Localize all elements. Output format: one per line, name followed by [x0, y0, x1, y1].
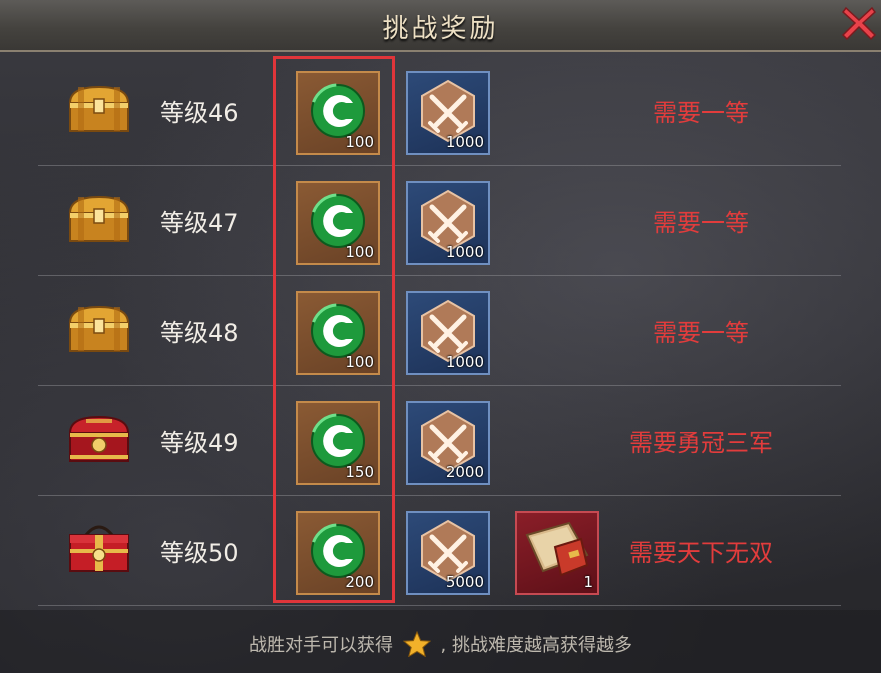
reward-row-46: 等级46 100 1000 需要一等 [38, 55, 841, 166]
requirement-text: 需要天下无双 [629, 539, 773, 567]
requirement-text: 需要一等 [653, 319, 749, 347]
reward-row-47: 等级47 100 1000 需要一等 [38, 165, 841, 276]
merit-reward-slot[interactable]: 1000 [406, 291, 490, 375]
red-chest-icon [68, 415, 130, 462]
level-label: 等级46 [160, 99, 239, 127]
merit-quantity: 1000 [445, 243, 484, 261]
jade-column-highlight [273, 56, 395, 603]
merit-reward-slot[interactable]: 2000 [406, 401, 490, 485]
reward-row-48: 等级48 100 1000 需要一等 [38, 275, 841, 386]
level-label: 等级50 [160, 539, 239, 567]
merit-reward-slot[interactable]: 1000 [406, 181, 490, 265]
level-label: 等级47 [160, 209, 239, 237]
reward-window: 挑战奖励 等级46 100 1000 需要一等 等级47 100 1000 需要… [0, 0, 881, 673]
merit-reward-slot[interactable]: 5000 [406, 511, 490, 595]
footer-bar: 战胜对手可以获得 , 挑战难度越高获得越多 [0, 610, 881, 673]
merit-quantity: 5000 [445, 573, 484, 591]
footer-text-after: , 挑战难度越高获得越多 [440, 635, 632, 656]
book-quantity: 1 [583, 573, 593, 591]
gold-chest-icon [68, 305, 130, 352]
close-button[interactable] [838, 2, 880, 44]
requirement-text: 需要一等 [653, 209, 749, 237]
title-bar: 挑战奖励 [0, 0, 881, 52]
reward-row-50: 等级50 200 5000 1 需要天下无双 [38, 495, 841, 606]
merit-quantity: 1000 [445, 353, 484, 371]
gold-chest-icon [68, 195, 130, 242]
requirement-text: 需要一等 [653, 99, 749, 127]
gold-chest-icon [68, 85, 130, 132]
level-label: 等级48 [160, 319, 239, 347]
level-label: 等级49 [160, 429, 239, 457]
merit-reward-slot[interactable]: 1000 [406, 71, 490, 155]
merit-quantity: 1000 [445, 133, 484, 151]
red-gift-box-icon [69, 525, 129, 572]
reward-row-49: 等级49 150 2000 需要勇冠三军 [38, 385, 841, 496]
close-icon [841, 6, 877, 41]
star-icon [402, 630, 432, 658]
footer-hint: 战胜对手可以获得 , 挑战难度越高获得越多 [0, 630, 881, 658]
book-reward-slot[interactable]: 1 [515, 511, 599, 595]
merit-quantity: 2000 [445, 463, 484, 481]
window-title: 挑战奖励 [382, 14, 499, 44]
footer-text-before: 战胜对手可以获得 [249, 635, 394, 656]
requirement-text: 需要勇冠三军 [629, 429, 773, 457]
